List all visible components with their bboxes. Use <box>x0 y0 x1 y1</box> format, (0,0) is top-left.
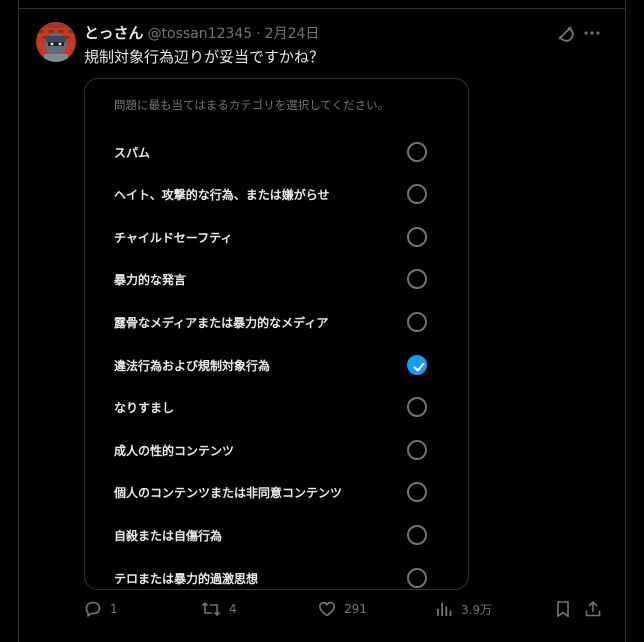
views-button[interactable]: 3.9万 <box>435 600 492 618</box>
retweet-count: 4 <box>229 602 237 616</box>
option-adult-content[interactable]: 成人の性的コンテンツ <box>85 432 468 468</box>
radio-button[interactable] <box>407 397 427 417</box>
share-icon <box>585 601 601 617</box>
option-label: 露骨なメディアまたは暴力的なメディア <box>114 315 329 330</box>
tweet-frame: とっさん @tossan12345 · 2月24日 規制対象行為辺りが妥当ですか… <box>0 0 644 642</box>
radio-button[interactable] <box>407 440 427 460</box>
radio-button[interactable] <box>407 269 427 289</box>
option-impersonation[interactable]: なりすまし <box>85 389 468 425</box>
option-label: 個人のコンテンツまたは非同意コンテンツ <box>114 485 343 500</box>
checkmark-icon <box>413 362 425 372</box>
reply-button[interactable]: 1 <box>84 600 118 618</box>
option-label: スパム <box>114 145 151 160</box>
option-label: 暴力的な発言 <box>114 272 187 287</box>
option-illegal-activity[interactable]: 違法行為および規制対象行為 <box>85 347 468 383</box>
bookmark-button[interactable] <box>554 600 572 618</box>
option-label: 違法行為および規制対象行為 <box>114 358 271 373</box>
radio-button[interactable] <box>407 482 427 502</box>
tweet-text: 規制対象行為辺りが妥当ですかね？ <box>84 48 325 66</box>
reply-icon <box>85 601 101 617</box>
option-label: テロまたは暴力的過激思想 <box>114 571 259 586</box>
retweet-button[interactable]: 4 <box>201 600 237 618</box>
option-label: ヘイト、攻撃的な行為、または嫌がらせ <box>114 187 330 202</box>
display-name[interactable]: とっさん <box>84 22 144 43</box>
views-icon <box>437 603 452 616</box>
option-child-safety[interactable]: チャイルドセーフティ <box>85 219 468 255</box>
tweet-date[interactable]: 2月24日 <box>265 23 320 43</box>
option-spam[interactable]: スパム <box>85 134 468 170</box>
report-category-card: 問題に最も当てはまるカテゴリを選択してください。 スパム ヘイト、攻撃的な行為、… <box>84 78 469 590</box>
tweet-action-bar: 1 4 291 3.9万 <box>84 600 606 624</box>
radio-button[interactable] <box>407 525 427 545</box>
avatar[interactable] <box>36 22 76 62</box>
radio-button[interactable] <box>407 142 427 162</box>
option-label: チャイルドセーフティ <box>114 230 233 245</box>
radio-button[interactable] <box>407 568 427 588</box>
reply-count: 1 <box>110 602 118 616</box>
radio-button-selected[interactable] <box>407 355 427 375</box>
views-count: 3.9万 <box>461 602 493 617</box>
separator: · <box>256 26 261 42</box>
card-prompt: 問題に最も当てはまるカテゴリを選択してください。 <box>114 98 390 112</box>
tweet-header: とっさん @tossan12345 · 2月24日 <box>84 22 319 44</box>
heart-icon <box>319 601 335 617</box>
option-violent-speech[interactable]: 暴力的な発言 <box>85 261 468 297</box>
radio-button[interactable] <box>407 184 427 204</box>
option-label: なりすまし <box>114 400 175 415</box>
timeline-border-right <box>625 0 626 642</box>
option-hate[interactable]: ヘイト、攻撃的な行為、または嫌がらせ <box>85 176 468 212</box>
bookmark-icon <box>557 601 569 617</box>
like-count: 291 <box>344 602 367 616</box>
like-button[interactable]: 291 <box>318 600 367 618</box>
option-self-harm[interactable]: 自殺または自傷行為 <box>85 517 468 553</box>
option-private-content[interactable]: 個人のコンテンツまたは非同意コンテンツ <box>85 474 468 510</box>
user-handle[interactable]: @tossan12345 <box>148 26 253 42</box>
share-button[interactable] <box>584 600 602 618</box>
option-sensitive-media[interactable]: 露骨なメディアまたは暴力的なメディア <box>85 304 468 340</box>
timeline-border-left <box>18 0 19 642</box>
radio-button[interactable] <box>407 312 427 332</box>
retweet-icon <box>201 601 221 617</box>
radio-button[interactable] <box>407 227 427 247</box>
divider <box>18 8 626 9</box>
more-icon[interactable] <box>582 24 602 42</box>
option-label: 自殺または自傷行為 <box>114 528 223 543</box>
option-label: 成人の性的コンテンツ <box>114 443 235 458</box>
grok-icon[interactable] <box>556 24 574 42</box>
option-violent-extremism[interactable]: テロまたは暴力的過激思想 <box>85 560 468 589</box>
